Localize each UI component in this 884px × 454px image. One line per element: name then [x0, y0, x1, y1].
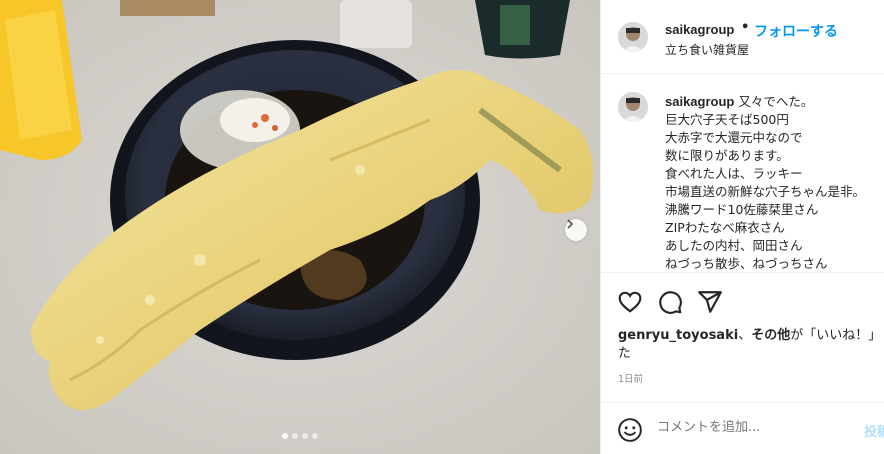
header-username[interactable]: saikagroup: [665, 22, 734, 37]
tempura-soba-image: [0, 0, 600, 454]
likes-suffix: が「いいね！」し: [790, 328, 884, 343]
carousel-indicator: [0, 433, 600, 439]
comment-bar: 投稿: [601, 402, 884, 454]
caption-line: 巨大穴子天そば500円: [665, 112, 789, 127]
likes-wrap: た: [618, 346, 632, 361]
caption-line: ねづっち散歩、ねづっちさん: [665, 256, 828, 271]
chevron-right-icon: [567, 219, 574, 229]
post-timestamp[interactable]: 1日前: [618, 371, 643, 385]
location-link[interactable]: 立ち食い雑貨屋: [665, 41, 749, 58]
user-avatar-icon: [618, 92, 648, 122]
caption-line: 数に限りがあります。: [665, 148, 789, 163]
instagram-post-modal: saikagroup • フォローする 立ち食い雑貨屋 saikagroup 又…: [0, 0, 884, 454]
caption-line: あしたの内村、岡田さん: [665, 238, 803, 253]
caption-line: 沸騰ワード10佐藤栞里さん: [665, 202, 819, 217]
user-avatar-icon: [618, 22, 648, 52]
emoji-icon[interactable]: [617, 417, 643, 443]
paper-plane-icon[interactable]: [697, 289, 723, 315]
caption-text: saikagroup 又々でへた。 巨大穴子天そば500円 大赤字で大還元中なの…: [665, 93, 880, 273]
caption-line: 大赤字で大還元中なので: [665, 130, 803, 145]
caption-line: ZIPわたなべ麻衣さん: [665, 220, 785, 235]
liker-username[interactable]: genryu_toyosaki: [618, 328, 738, 343]
next-photo-button[interactable]: [565, 219, 587, 241]
avatar[interactable]: [618, 22, 648, 52]
post-photo[interactable]: [0, 0, 600, 454]
carousel-dot: [312, 433, 318, 439]
action-bar: [601, 272, 884, 323]
avatar[interactable]: [618, 92, 648, 122]
follow-button[interactable]: フォローする: [754, 21, 838, 41]
post-button[interactable]: 投稿: [864, 421, 884, 440]
carousel-dot: [302, 433, 308, 439]
carousel-dot: [282, 433, 288, 439]
carousel-dot: [292, 433, 298, 439]
caption-username[interactable]: saikagroup: [665, 94, 734, 109]
comment-input[interactable]: [657, 420, 857, 435]
likes-connector: 、: [738, 328, 752, 343]
comment-icon[interactable]: [657, 289, 683, 315]
heart-icon[interactable]: [617, 289, 643, 315]
likes-summary: genryu_toyosaki、その他が「いいね！」し た: [618, 327, 884, 363]
others-link[interactable]: その他: [751, 328, 790, 343]
caption-line: 又々でへた。: [738, 94, 814, 109]
post-sidebar: saikagroup • フォローする 立ち食い雑貨屋 saikagroup 又…: [600, 0, 884, 454]
post-header: saikagroup • フォローする 立ち食い雑貨屋: [601, 0, 884, 74]
caption-line: 食べれた人は、ラッキー: [665, 166, 803, 181]
separator-dot: •: [741, 20, 750, 35]
caption-line: 市場直送の新鮮な穴子ちゃん是非。: [665, 184, 866, 199]
